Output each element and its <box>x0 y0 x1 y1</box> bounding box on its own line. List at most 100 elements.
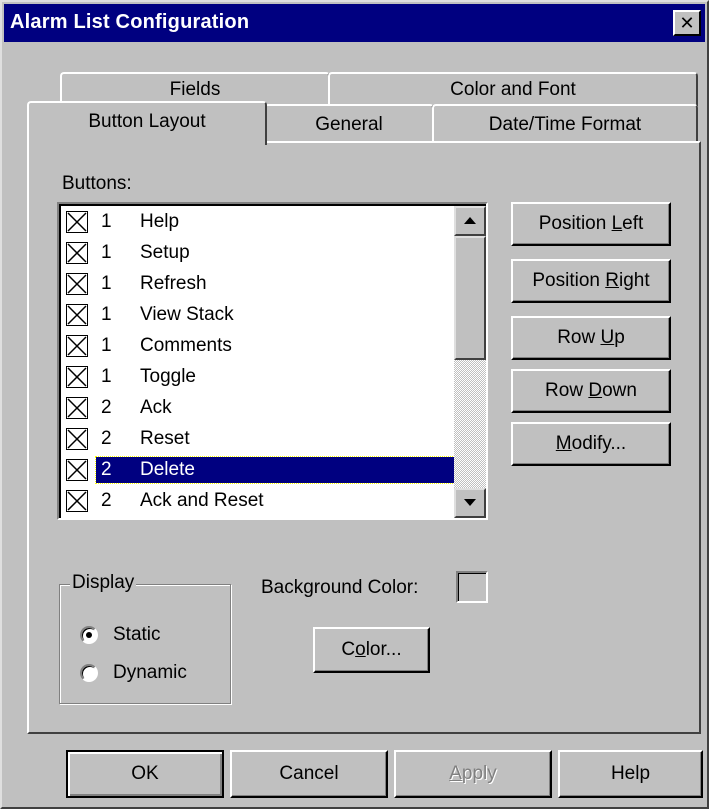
radio-dot <box>86 632 92 638</box>
arrow-down-icon <box>464 499 476 506</box>
list-item-name: Delete <box>140 459 195 480</box>
scroll-up-button[interactable] <box>454 206 486 236</box>
tab-color-and-font[interactable]: Color and Font <box>328 72 698 106</box>
title-bar[interactable]: Alarm List Configuration ✕ <box>4 4 705 42</box>
tab-general[interactable]: General <box>264 104 434 142</box>
checkbox[interactable] <box>66 242 88 264</box>
ok-label: OK <box>131 763 159 784</box>
position-left-label: Position Left <box>538 213 644 234</box>
position-right-button[interactable]: Position Right <box>511 259 671 303</box>
radio-static-indicator[interactable] <box>80 626 98 644</box>
list-item-name: Setup <box>140 242 190 263</box>
background-color-label: Background Color: <box>261 577 419 598</box>
checkmark-x-icon <box>67 429 87 449</box>
modify-label: Modify... <box>555 433 627 454</box>
checkbox[interactable] <box>66 211 88 233</box>
checkbox[interactable] <box>66 366 88 388</box>
ok-button[interactable]: OK <box>66 750 224 798</box>
tab-color-and-font-label: Color and Font <box>450 79 576 100</box>
list-item-row: 1 <box>101 366 112 387</box>
close-button[interactable]: ✕ <box>673 10 701 36</box>
scroll-thumb[interactable] <box>454 236 486 360</box>
list-item-row: 1 <box>101 211 112 232</box>
checkmark-x-icon <box>67 367 87 387</box>
position-right-label: Position Right <box>532 270 650 291</box>
background-color-swatch <box>456 571 488 603</box>
list-item[interactable]: 2 Reset <box>63 425 455 453</box>
help-label: Help <box>610 763 651 784</box>
dialog-window: Alarm List Configuration ✕ Fields Color … <box>0 0 709 809</box>
window-title: Alarm List Configuration <box>10 11 250 33</box>
list-item-name: Comments <box>140 335 232 356</box>
list-item[interactable]: 1 Comments <box>63 332 455 360</box>
list-item[interactable]: 1 Setup <box>63 239 455 267</box>
radio-dynamic-indicator[interactable] <box>80 664 98 682</box>
display-group-title: Display <box>70 572 137 594</box>
checkbox[interactable] <box>66 304 88 326</box>
apply-label: Apply <box>449 763 497 784</box>
color-button[interactable]: Color... <box>313 627 430 673</box>
checkbox[interactable] <box>66 428 88 450</box>
checkbox[interactable] <box>66 397 88 419</box>
list-item-row: 2 <box>101 397 112 418</box>
tab-general-label: General <box>315 114 383 135</box>
row-up-button[interactable]: Row Up <box>511 316 671 360</box>
list-item-row: 1 <box>101 335 112 356</box>
checkbox[interactable] <box>66 459 88 481</box>
list-item[interactable]: 1 View Stack <box>63 301 455 329</box>
list-item-name: Refresh <box>140 273 207 294</box>
list-item-row: 1 <box>101 242 112 263</box>
checkbox[interactable] <box>66 273 88 295</box>
tab-button-layout[interactable]: Button Layout <box>27 101 267 145</box>
list-item[interactable]: 2 Delete <box>63 456 455 484</box>
list-item-row: 2 <box>101 490 112 511</box>
row-up-label: Row Up <box>557 327 625 348</box>
list-item[interactable]: 1 Help <box>63 208 455 236</box>
help-button[interactable]: Help <box>558 750 703 798</box>
tab-date-time-format[interactable]: Date/Time Format <box>432 104 698 142</box>
list-item-name: Reset <box>140 428 190 449</box>
cancel-label: Cancel <box>279 763 339 784</box>
list-item-row: 1 <box>101 273 112 294</box>
list-item-name: Toggle <box>140 366 196 387</box>
checkmark-x-icon <box>67 305 87 325</box>
list-item-name: Help <box>140 211 180 232</box>
tab-fields-label: Fields <box>169 79 221 100</box>
checkmark-x-icon <box>67 274 87 294</box>
list-item-row: 2 <box>101 428 112 449</box>
row-down-button[interactable]: Row Down <box>511 369 671 413</box>
arrow-up-icon <box>464 217 476 224</box>
cancel-button[interactable]: Cancel <box>230 750 388 798</box>
checkmark-x-icon <box>67 336 87 356</box>
buttons-listbox[interactable]: 1 Help 1 Setup 1 Refresh 1 View Stack 1 Comments 1… <box>57 202 488 520</box>
checkmark-x-icon <box>67 212 87 232</box>
checkmark-x-icon <box>67 491 87 511</box>
modify-button[interactable]: Modify... <box>511 422 671 466</box>
apply-button[interactable]: Apply <box>394 750 552 798</box>
list-item-name: Ack <box>140 397 172 418</box>
buttons-label: Buttons: <box>62 173 132 194</box>
list-item-name: Ack and Reset <box>140 490 264 511</box>
listbox-frame: 1 Help 1 Setup 1 Refresh 1 View Stack 1 Comments 1… <box>59 204 486 518</box>
tab-date-time-format-label: Date/Time Format <box>488 114 642 135</box>
list-item-row: 2 <box>101 459 112 480</box>
checkbox[interactable] <box>66 335 88 357</box>
close-icon: ✕ <box>679 13 695 33</box>
checkbox[interactable] <box>66 490 88 512</box>
list-item[interactable]: 1 Refresh <box>63 270 455 298</box>
list-item-row: 1 <box>101 304 112 325</box>
list-item[interactable]: 2 Ack and Reset <box>63 487 455 515</box>
vertical-scrollbar[interactable] <box>454 206 486 518</box>
tab-button-layout-label: Button Layout <box>88 111 206 132</box>
color-button-label: Color... <box>341 639 402 660</box>
row-down-label: Row Down <box>545 380 637 401</box>
list-item-name: View Stack <box>140 304 234 325</box>
list-item[interactable]: 1 Toggle <box>63 363 455 391</box>
checkmark-x-icon <box>67 398 87 418</box>
scroll-down-button[interactable] <box>454 488 486 518</box>
position-left-button[interactable]: Position Left <box>511 202 671 246</box>
radio-dynamic-label: Dynamic <box>113 662 187 683</box>
checkmark-x-icon <box>67 243 87 263</box>
list-item[interactable]: 2 Ack <box>63 394 455 422</box>
radio-static-label: Static <box>113 624 161 645</box>
